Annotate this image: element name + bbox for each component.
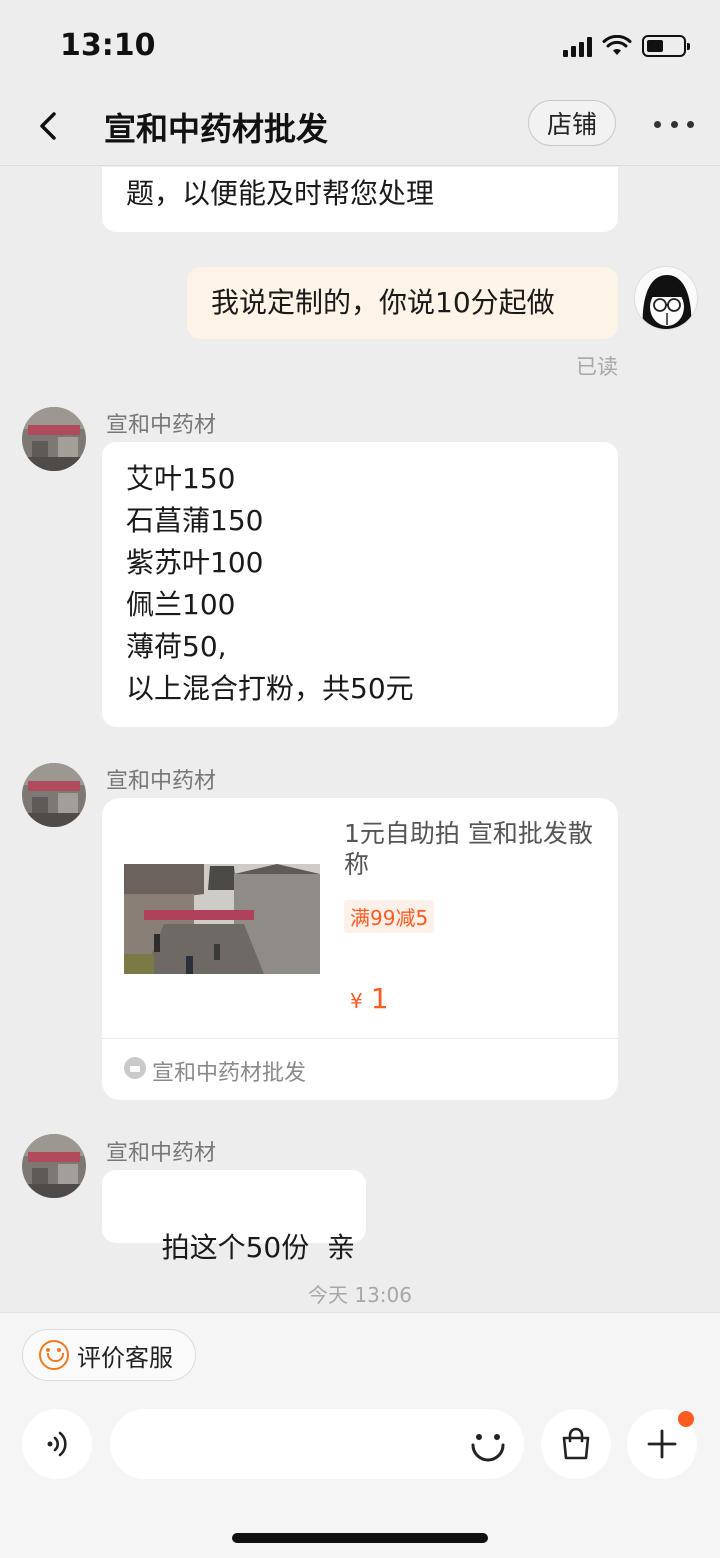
my-avatar[interactable] (634, 266, 698, 330)
input-bar: 评价客服 (0, 1312, 720, 1558)
wifi-icon (602, 35, 632, 55)
shopping-bag-icon (562, 1427, 590, 1460)
shop-icon (124, 1057, 146, 1079)
currency-symbol: ¥ (350, 989, 363, 1013)
smile-icon (39, 1340, 69, 1370)
product-price: ¥1 (350, 982, 389, 1015)
status-bar: 13:10 (0, 0, 720, 90)
message-text: 拍这个50份 亲 (161, 1231, 356, 1264)
product-title: 1元自助拍 宣和批发散称 (344, 819, 593, 879)
chat-title: 宣和中药材批发 (104, 110, 329, 148)
message-bubble-reply: 拍这个50份 亲 (102, 1170, 366, 1264)
more-options-icon[interactable] (654, 112, 694, 136)
shopping-bag-button[interactable] (541, 1409, 611, 1479)
chat-header: 宣和中药材批发 店铺 (0, 90, 720, 166)
message-input[interactable] (110, 1409, 524, 1479)
list-item: 紫苏叶100 (126, 546, 264, 579)
seller-avatar[interactable] (22, 1134, 86, 1198)
plus-icon (647, 1429, 677, 1459)
card-footer[interactable]: 宣和中药材批发 (102, 1038, 618, 1100)
read-receipt: 已读 (576, 355, 618, 379)
rate-service-label: 评价客服 (77, 1343, 173, 1372)
message-text: 题，以便能及时帮您处理 (126, 177, 435, 210)
seller-avatar[interactable] (22, 763, 86, 827)
message-text: 我说定制的，你说10分起做 (211, 286, 555, 319)
signal-icon (563, 35, 592, 57)
seller-avatar[interactable] (22, 407, 86, 471)
list-item: 以上混合打粉，共50元 (126, 672, 414, 705)
list-item: 薄荷50, (126, 630, 227, 663)
list-item: 石菖蒲150 (126, 504, 264, 537)
voice-button[interactable] (22, 1409, 92, 1479)
message-bubble-list: 艾叶150 石菖蒲150 紫苏叶100 佩兰100 薄荷50, 以上混合打粉，共… (102, 442, 618, 727)
list-item: 佩兰100 (126, 588, 236, 621)
rate-service-button[interactable]: 评价客服 (22, 1329, 196, 1381)
my-message-bubble: 我说定制的，你说10分起做 (187, 267, 618, 339)
notification-dot (678, 1411, 694, 1427)
promo-tag: 满99减5 (344, 900, 435, 933)
shop-button[interactable]: 店铺 (528, 100, 616, 146)
battery-icon (642, 35, 690, 57)
sender-name: 宣和中药材 (106, 1141, 217, 1166)
emoji-icon[interactable] (468, 1425, 508, 1465)
status-time: 13:10 (60, 28, 156, 63)
price-value: 1 (370, 982, 389, 1015)
chat-area[interactable]: 题，以便能及时帮您处理 我说定制的，你说10分起做 已读 宣和中药材 艾叶150… (0, 167, 720, 1312)
product-card[interactable]: 1元自助拍 宣和批发散称 满99减5 ¥1 宣和中药材批发 (102, 798, 618, 1100)
home-indicator[interactable] (232, 1533, 488, 1543)
sender-name: 宣和中药材 (106, 769, 217, 794)
back-arrow-icon[interactable] (30, 106, 70, 146)
status-icons (563, 32, 690, 60)
message-bubble-partial: 题，以便能及时帮您处理 (102, 167, 618, 232)
list-item: 艾叶150 (126, 462, 236, 495)
chat-timestamp: 今天 13:06 (308, 1283, 412, 1307)
sender-name: 宣和中药材 (106, 413, 217, 438)
voice-icon (47, 1431, 67, 1457)
product-image[interactable] (124, 864, 320, 974)
card-shop-name: 宣和中药材批发 (152, 1061, 307, 1086)
